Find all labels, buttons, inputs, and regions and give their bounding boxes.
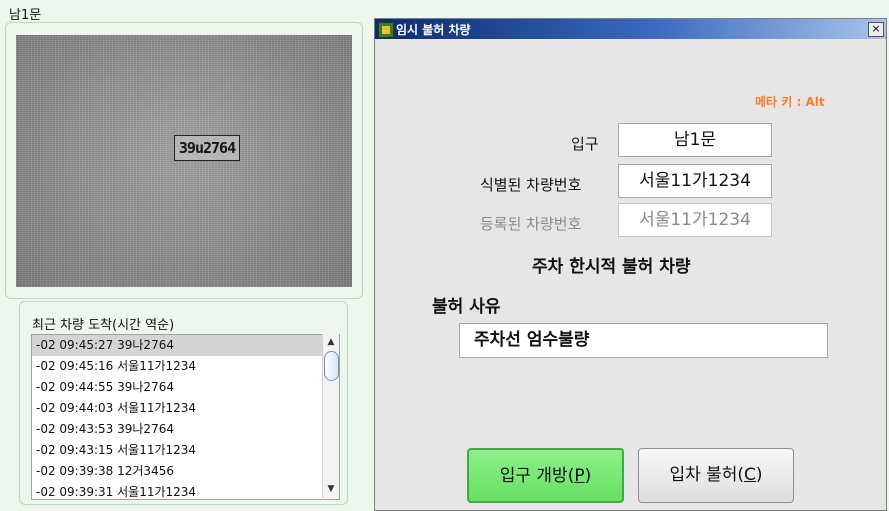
list-item[interactable]: -02 09:43:15 서울11가1234 xyxy=(32,440,339,461)
meta-key-hint: 메타 키 : Alt xyxy=(755,95,825,109)
gate-title: 남1문 xyxy=(9,8,42,23)
registered-plate-label: 등록된 차량번호 xyxy=(480,215,582,233)
dialog-titlebar[interactable]: 임시 불허 차량 × xyxy=(375,19,886,39)
identified-plate-field: 서울11가1234 xyxy=(618,164,772,198)
registered-plate-field: 서울11가1234 xyxy=(618,203,772,237)
open-entrance-button[interactable]: 입구 개방(P) xyxy=(467,448,624,503)
list-item[interactable]: -02 09:39:31 서울11가1234 xyxy=(32,482,339,499)
camera-image: 39u2764 xyxy=(16,35,352,287)
deny-entry-hotkey: C xyxy=(744,465,756,485)
dialog-title: 임시 불허 차량 xyxy=(396,23,471,37)
entrance-field: 남1문 xyxy=(618,123,772,157)
notice-text: 주차 한시적 불허 차량 xyxy=(532,257,691,277)
scroll-thumb[interactable] xyxy=(324,351,339,381)
temporary-denied-vehicle-dialog: 임시 불허 차량 × 메타 키 : Alt 입구 남1문 식별된 차량번호 서울… xyxy=(374,18,887,511)
reason-label: 불허 사유 xyxy=(432,297,501,317)
deny-entry-suffix: ) xyxy=(755,465,763,485)
close-button[interactable]: × xyxy=(868,22,884,37)
list-item[interactable]: -02 09:44:55 39나2764 xyxy=(32,377,339,398)
list-item[interactable]: -02 09:44:03 서울11가1234 xyxy=(32,398,339,419)
open-entrance-label: 입구 개방( xyxy=(499,466,575,486)
list-scrollbar[interactable]: ▲ ▼ xyxy=(322,334,339,498)
identified-plate-label: 식별된 차량번호 xyxy=(480,176,582,194)
scroll-up-icon[interactable]: ▲ xyxy=(323,335,339,349)
entrance-label: 입구 xyxy=(571,135,599,153)
open-entrance-suffix: ) xyxy=(584,466,592,486)
open-entrance-hotkey: P xyxy=(574,466,585,486)
deny-entry-button[interactable]: 입차 불허(C) xyxy=(638,448,794,503)
list-item[interactable]: -02 09:45:16 서울11가1234 xyxy=(32,356,339,377)
list-item[interactable]: -02 09:45:27 39나2764 xyxy=(32,335,339,356)
deny-entry-label: 입차 불허( xyxy=(669,465,745,485)
app-icon xyxy=(378,22,394,38)
recent-arrivals-list[interactable]: -02 09:45:27 39나2764 -02 09:45:16 서울11가1… xyxy=(31,334,340,500)
scroll-down-icon[interactable]: ▼ xyxy=(323,482,339,496)
list-item[interactable]: -02 09:43:53 39나2764 xyxy=(32,419,339,440)
list-item[interactable]: -02 09:39:38 12거3456 xyxy=(32,461,339,482)
reason-field[interactable]: 주차선 엄수불량 xyxy=(459,323,828,358)
recent-arrivals-title: 최근 차량 도착(시간 역순) xyxy=(32,318,175,333)
license-plate: 39u2764 xyxy=(174,135,240,161)
